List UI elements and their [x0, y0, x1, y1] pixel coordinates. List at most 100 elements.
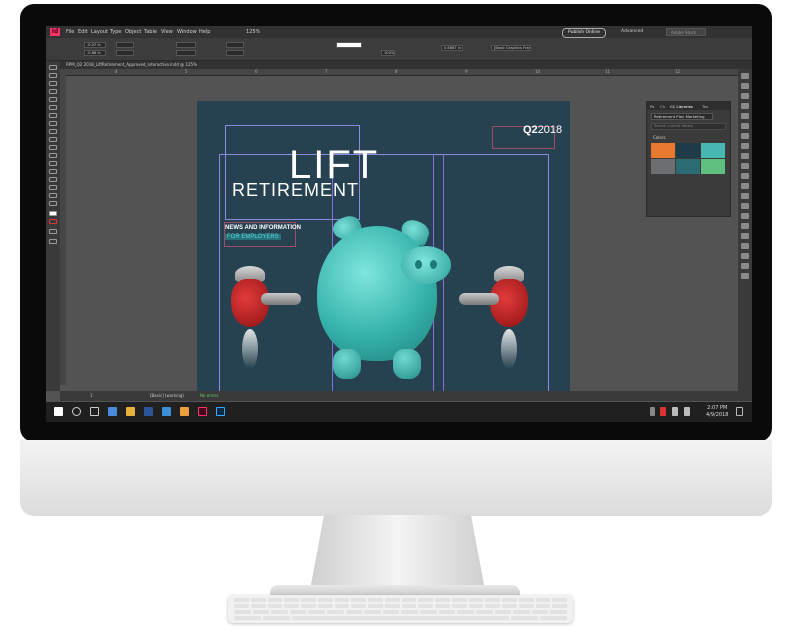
links-panel-icon[interactable] [741, 93, 749, 99]
gradient-tool-icon[interactable] [49, 169, 57, 174]
zoom-tool-icon[interactable] [49, 201, 57, 206]
library-search-input[interactable]: Search current library [651, 123, 726, 130]
color-swatch[interactable] [676, 143, 700, 158]
color-swatch[interactable] [651, 159, 675, 174]
tab-cc-libraries[interactable]: CC Libraries [670, 104, 693, 109]
scale-x-field[interactable] [176, 42, 196, 48]
search-icon[interactable] [72, 407, 81, 416]
color-swatch[interactable] [701, 143, 725, 158]
colors-section-label[interactable]: Colors [653, 135, 666, 140]
color-swatch[interactable] [701, 159, 725, 174]
zoom-level[interactable]: 125% [246, 29, 260, 35]
cc-libraries-panel-icon[interactable] [741, 123, 749, 129]
menu-type[interactable]: Type [110, 29, 121, 35]
glyphs-panel-icon[interactable] [741, 253, 749, 259]
stroke-swatch-icon[interactable] [49, 219, 57, 224]
pencil-tool-icon[interactable] [49, 129, 57, 134]
articles-panel-icon[interactable] [741, 273, 749, 279]
pages-panel-icon[interactable] [741, 73, 749, 79]
direct-selection-tool-icon[interactable] [49, 73, 57, 78]
file-explorer-icon[interactable] [126, 407, 135, 416]
stock-search-input[interactable]: Adobe Stock [666, 28, 706, 36]
hand-tool-icon[interactable] [49, 193, 57, 198]
tab-character[interactable]: Ch [660, 104, 665, 109]
tray-chevron-icon[interactable] [650, 407, 655, 416]
swatches-panel-icon[interactable] [741, 113, 749, 119]
color-swatch[interactable] [676, 159, 700, 174]
scale-y-field[interactable] [176, 50, 196, 56]
stroke-weight-field[interactable]: 0.6667 in [441, 45, 463, 51]
app-icon[interactable] [180, 407, 189, 416]
text-wrap-panel-icon[interactable] [741, 163, 749, 169]
rotate-field[interactable] [226, 42, 244, 48]
paragraph-styles-icon[interactable] [741, 183, 749, 189]
color-swatch[interactable] [651, 143, 675, 158]
note-tool-icon[interactable] [49, 177, 57, 182]
color-panel-icon[interactable] [741, 133, 749, 139]
tray-adobe-icon[interactable] [660, 407, 666, 416]
content-collector-icon[interactable] [49, 97, 57, 102]
buttons-panel-icon[interactable] [741, 223, 749, 229]
y-position-field[interactable]: -0.66 in [84, 50, 106, 56]
layers-panel-icon[interactable] [741, 83, 749, 89]
indesign-taskbar-icon[interactable] [198, 407, 207, 416]
workspace-switcher[interactable]: Advanced [621, 29, 643, 34]
character-styles-icon[interactable] [741, 193, 749, 199]
pen-tool-icon[interactable] [49, 121, 57, 126]
preflight-status[interactable]: No errors [200, 393, 218, 398]
menu-window[interactable]: Window [177, 29, 197, 35]
publish-online-button[interactable]: Publish Online [562, 28, 606, 38]
line-tool-icon[interactable] [49, 113, 57, 118]
hyperlinks-panel-icon[interactable] [741, 233, 749, 239]
tab-pages[interactable]: Pa [650, 104, 654, 109]
notifications-icon[interactable] [736, 407, 743, 416]
cc-library-icon[interactable] [741, 243, 749, 249]
volume-icon[interactable] [684, 407, 690, 416]
library-select[interactable]: Retirement Plan Marketing [651, 113, 713, 120]
free-transform-tool-icon[interactable] [49, 161, 57, 166]
width-field[interactable] [116, 42, 134, 48]
stroke-style-select[interactable] [336, 42, 362, 48]
menu-edit[interactable]: Edit [78, 29, 88, 35]
rectangle-tool-icon[interactable] [49, 145, 57, 150]
menu-file[interactable]: File [66, 29, 74, 35]
document-page[interactable]: Q22018 LIFT RETIREMENT NEWS AND INFORMAT… [197, 101, 570, 397]
outlook-icon[interactable] [162, 407, 171, 416]
scissors-tool-icon[interactable] [49, 153, 57, 158]
tab-text[interactable]: Tex [702, 104, 708, 109]
clock[interactable]: 2:07 PM 4/9/2018 [706, 405, 728, 419]
rectangle-frame-tool-icon[interactable] [49, 137, 57, 142]
photoshop-taskbar-icon[interactable] [216, 407, 225, 416]
formatting-icon[interactable] [49, 229, 57, 234]
opacity-field[interactable]: 100% [381, 50, 395, 56]
effects-panel-icon[interactable] [741, 153, 749, 159]
type-tool-icon[interactable] [49, 105, 57, 110]
edge-browser-icon[interactable] [108, 407, 117, 416]
document-tab[interactable]: RPM_Q2 2018_LiftRetirement_Approved_inte… [66, 62, 197, 67]
height-field[interactable] [116, 50, 134, 56]
eyedropper-tool-icon[interactable] [49, 185, 57, 190]
gap-tool-icon[interactable] [49, 89, 57, 94]
menu-object[interactable]: Object [125, 29, 141, 35]
gradient-panel-icon[interactable] [741, 143, 749, 149]
menu-help[interactable]: Help [199, 29, 210, 35]
stroke-panel-icon[interactable] [741, 103, 749, 109]
info-panel-icon[interactable] [741, 263, 749, 269]
align-panel-icon[interactable] [741, 173, 749, 179]
object-styles-icon[interactable] [741, 203, 749, 209]
shear-field[interactable] [226, 50, 244, 56]
page-number-field[interactable]: 1 [90, 393, 93, 398]
menu-layout[interactable]: Layout [91, 29, 108, 35]
fill-swatch-icon[interactable] [49, 211, 57, 216]
selection-tool-icon[interactable] [49, 65, 57, 70]
network-icon[interactable] [672, 407, 678, 416]
table-panel-icon[interactable] [741, 213, 749, 219]
word-icon[interactable] [144, 407, 153, 416]
object-style-select[interactable]: [Basic Graphics Frame]+ [491, 45, 531, 51]
screen-mode-icon[interactable] [49, 239, 57, 244]
windows-start-icon[interactable] [54, 407, 63, 416]
task-view-icon[interactable] [90, 407, 99, 416]
page-tool-icon[interactable] [49, 81, 57, 86]
x-position-field[interactable]: -0.07 in [84, 42, 106, 48]
menu-view[interactable]: View [161, 29, 173, 35]
